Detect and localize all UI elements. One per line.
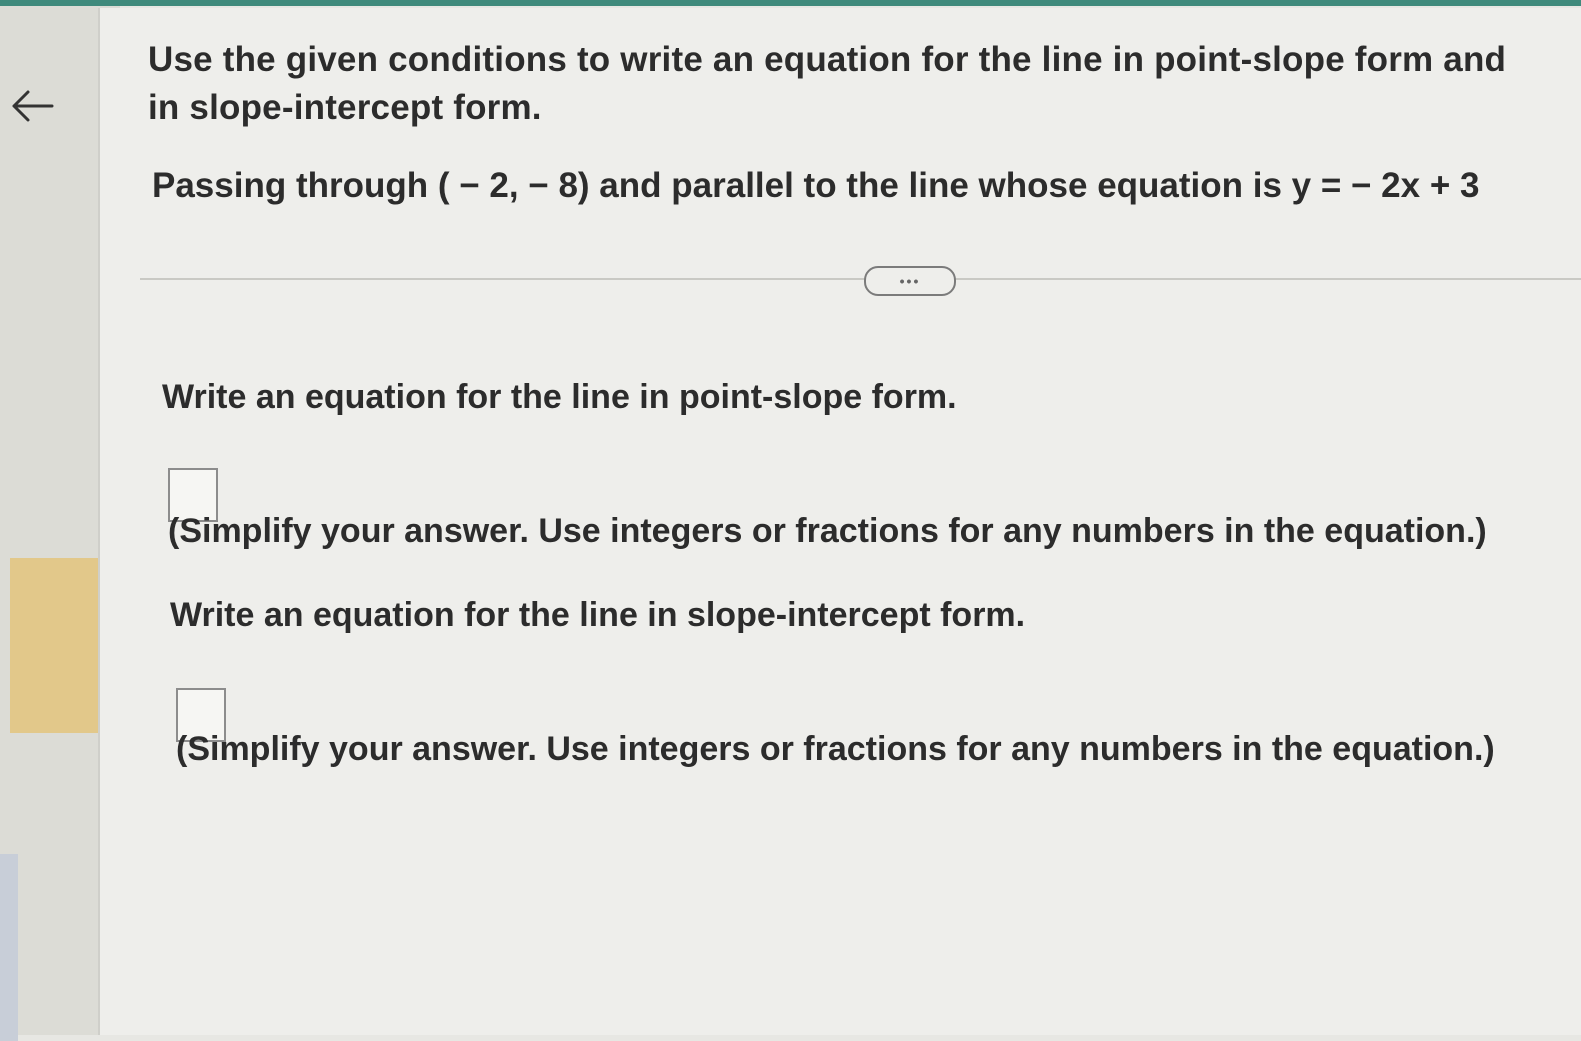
question-instruction: Use the given conditions to write an equ…: [148, 36, 1506, 132]
top-accent-strip: [0, 0, 1581, 6]
rail-accent: [0, 854, 18, 1041]
more-options-button[interactable]: •••: [864, 266, 956, 296]
instruction-line-1: Use the given conditions to write an equ…: [148, 40, 1507, 79]
point-slope-hint: (Simplify your answer. Use integers or f…: [168, 512, 1487, 550]
back-arrow-icon[interactable]: [4, 78, 60, 134]
point-slope-prompt: Write an equation for the line in point-…: [162, 378, 957, 416]
instruction-line-2: in slope-intercept form.: [148, 88, 542, 127]
back-arrow-svg: [12, 90, 54, 122]
section-divider: [140, 278, 1581, 280]
slope-intercept-hint: (Simplify your answer. Use integers or f…: [176, 730, 1495, 768]
slope-intercept-prompt: Write an equation for the line in slope-…: [170, 596, 1026, 634]
question-condition: Passing through ( − 2, − 8) and parallel…: [152, 166, 1480, 205]
